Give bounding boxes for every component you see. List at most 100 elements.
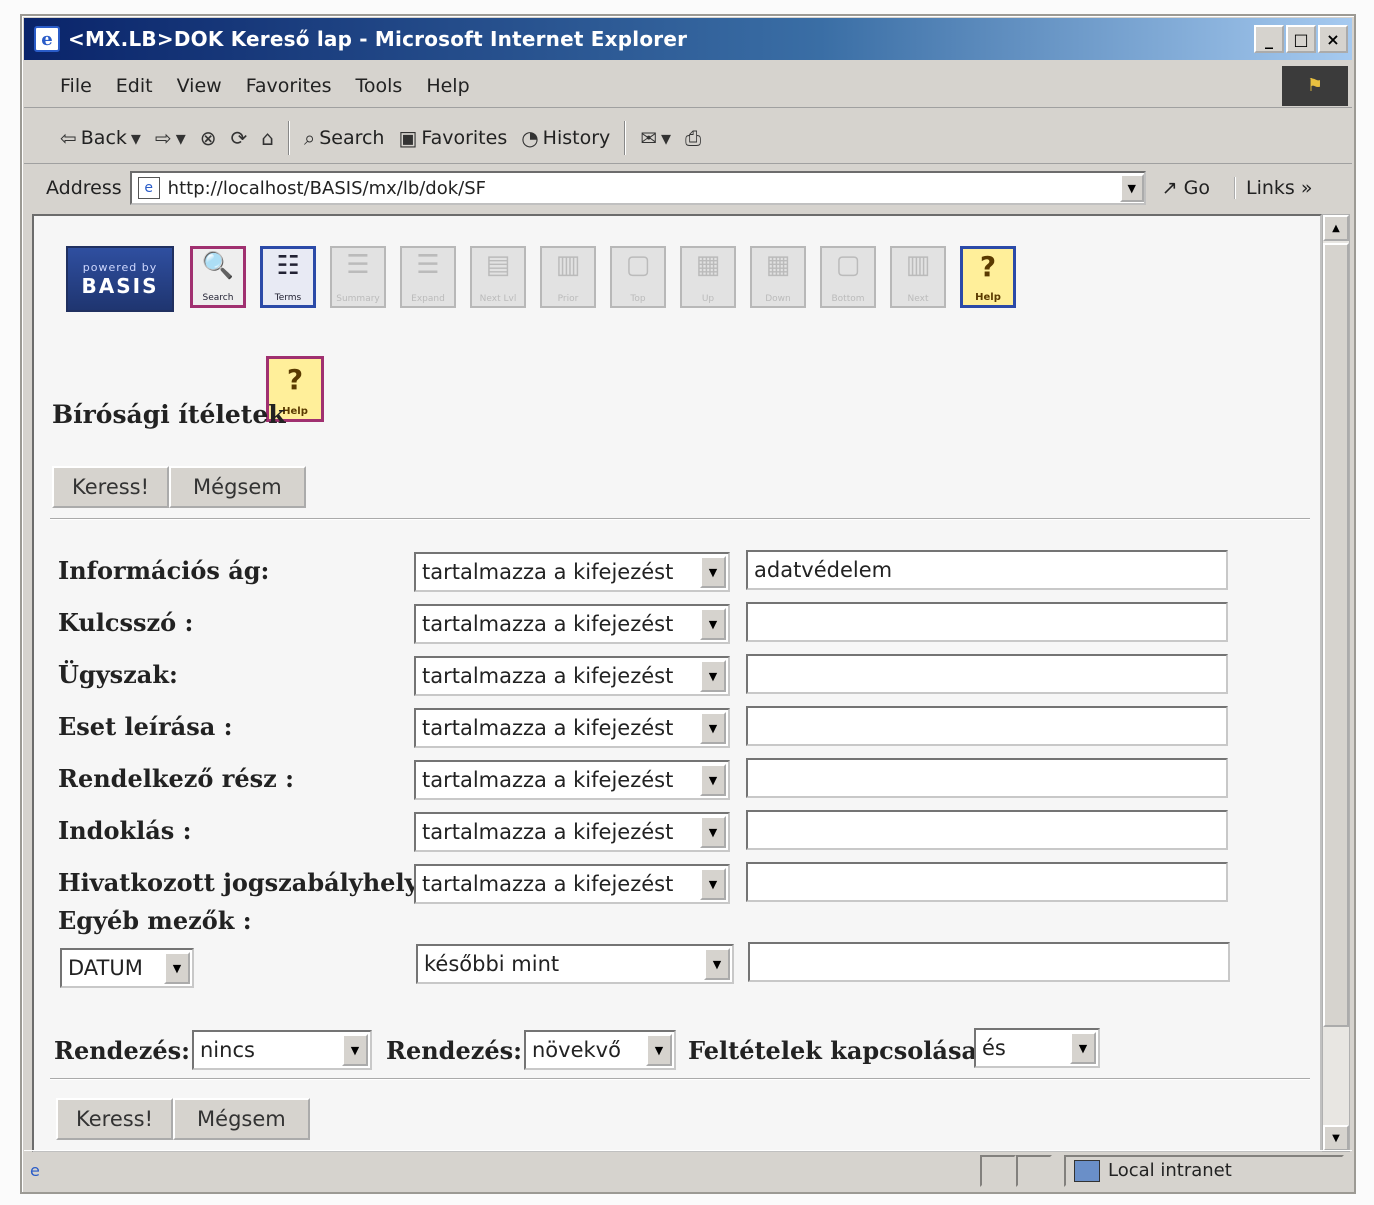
search-button[interactable]: ⌕ Search: [304, 126, 384, 150]
search-label: Search: [319, 126, 385, 149]
terms-icon: ☷: [276, 251, 300, 281]
terms-tool-button[interactable]: ☷ Terms: [260, 246, 316, 308]
chevron-down-icon[interactable]: ▼: [700, 712, 726, 744]
mail-button[interactable]: ✉ ▾: [640, 126, 671, 150]
field-label: Hivatkozott jogszabályhely :: [58, 868, 436, 897]
chevron-down-icon[interactable]: ▼: [700, 608, 726, 640]
links-button[interactable]: Links »: [1234, 177, 1312, 199]
menu-favorites[interactable]: Favorites: [246, 75, 332, 97]
search-tool-label: Search: [202, 293, 234, 303]
history-button[interactable]: ◔ History: [521, 126, 610, 150]
field-label: Ügyszak:: [58, 660, 178, 689]
maximize-button[interactable]: □: [1286, 25, 1316, 53]
scroll-up-icon[interactable]: ▲: [1323, 215, 1349, 241]
help-tool-button[interactable]: ? Help: [960, 246, 1016, 308]
internet-explorer-icon: e: [34, 26, 60, 52]
operator-select[interactable]: tartalmazza a kifejezést ▼: [414, 552, 730, 592]
help-tool-label: Help: [975, 292, 1001, 303]
chevron-down-icon[interactable]: ▼: [700, 660, 726, 692]
history-icon: ◔: [521, 125, 539, 150]
summary-tool-button: ☰ Summary: [330, 246, 386, 308]
menu-tools[interactable]: Tools: [356, 75, 403, 97]
value-input[interactable]: [746, 862, 1228, 902]
go-button[interactable]: ↗ Go: [1162, 177, 1210, 199]
operator-select[interactable]: tartalmazza a kifejezést ▼: [414, 656, 730, 696]
vertical-scrollbar[interactable]: ▲ ▼: [1322, 214, 1350, 1152]
chevron-down-icon[interactable]: ▼: [164, 952, 190, 984]
top-tool-label: Top: [630, 294, 646, 304]
favorites-button[interactable]: ▣ Favorites: [398, 126, 507, 150]
page-content: powered by BASIS 🔍 Search ☷ Terms ☰ Summary ☰ E…: [32, 214, 1322, 1152]
other-value-input[interactable]: [748, 942, 1230, 982]
back-button[interactable]: ⇦ Back ▾: [60, 126, 141, 150]
address-dropdown-button[interactable]: ▼: [1119, 174, 1144, 202]
operator-value: tartalmazza a kifejezést: [422, 560, 674, 584]
field-label: Eset leírása :: [58, 712, 233, 741]
address-label: Address: [46, 177, 122, 199]
menu-bar: File Edit View Favorites Tools Help ⚑: [24, 64, 1352, 108]
menu-edit[interactable]: Edit: [116, 75, 153, 97]
operator-select[interactable]: tartalmazza a kifejezést ▼: [414, 708, 730, 748]
prior-tool-label: Prior: [557, 294, 579, 304]
scroll-down-icon[interactable]: ▼: [1323, 1125, 1349, 1151]
menu-help[interactable]: Help: [426, 75, 469, 97]
chevron-down-icon[interactable]: ▼: [700, 868, 726, 900]
chevron-down-icon[interactable]: ▼: [1070, 1032, 1096, 1064]
operator-value: tartalmazza a kifejezést: [422, 612, 674, 636]
home-button[interactable]: ⌂: [261, 126, 274, 150]
other-field-value: DATUM: [68, 956, 143, 980]
chevron-down-icon[interactable]: ▼: [700, 764, 726, 796]
address-field[interactable]: e http://localhost/BASIS/mx/lb/dok/SF ▼: [129, 171, 1146, 205]
value-input[interactable]: adatvédelem: [746, 550, 1228, 590]
value-input[interactable]: [746, 654, 1228, 694]
sort-field-select[interactable]: nincs ▼: [192, 1030, 372, 1070]
cancel-button[interactable]: Mégsem: [169, 466, 306, 508]
stop-button[interactable]: ⊗: [200, 126, 217, 150]
operator-select[interactable]: tartalmazza a kifejezést ▼: [414, 812, 730, 852]
menu-file[interactable]: File: [60, 75, 92, 97]
other-operator-select[interactable]: későbbi mint ▼: [416, 944, 734, 984]
chevron-down-icon[interactable]: ▼: [342, 1034, 368, 1066]
sort-field-value: nincs: [200, 1038, 255, 1062]
search-submit-button[interactable]: Keress!: [52, 466, 170, 508]
operator-select[interactable]: tartalmazza a kifejezést ▼: [414, 604, 730, 644]
address-bar: Address e http://localhost/BASIS/mx/lb/d…: [24, 166, 1352, 210]
forward-arrow-icon: ⇨: [154, 125, 172, 150]
field-label: Kulcsszó :: [58, 608, 194, 637]
value-input[interactable]: [746, 602, 1228, 642]
search-submit-button-bottom[interactable]: Keress!: [56, 1098, 174, 1140]
chevron-down-icon[interactable]: ▼: [700, 816, 726, 848]
value-input[interactable]: [746, 810, 1228, 850]
minimize-button[interactable]: _: [1254, 25, 1284, 53]
refresh-button[interactable]: ⟳: [231, 126, 248, 150]
chevron-down-icon[interactable]: ▼: [704, 948, 730, 980]
other-field-select[interactable]: DATUM ▼: [60, 948, 194, 988]
sort-order-value: növekvő: [532, 1038, 621, 1062]
scroll-thumb[interactable]: [1323, 243, 1349, 1027]
search-tool-button[interactable]: 🔍 Search: [190, 246, 246, 308]
connect-select[interactable]: és ▼: [974, 1028, 1100, 1068]
address-url[interactable]: http://localhost/BASIS/mx/lb/dok/SF: [168, 178, 1120, 199]
down-tool-label: Down: [765, 294, 791, 304]
sort-order-select[interactable]: növekvő ▼: [524, 1030, 676, 1070]
field-label: Indoklás :: [58, 816, 192, 845]
operator-value: tartalmazza a kifejezést: [422, 768, 674, 792]
next-icon: ▥: [905, 250, 931, 280]
value-input[interactable]: [746, 706, 1228, 746]
menu-view[interactable]: View: [177, 75, 222, 97]
chevron-down-icon[interactable]: ▼: [700, 556, 726, 588]
status-bar: e Local intranet: [24, 1150, 1352, 1190]
close-button[interactable]: ×: [1318, 25, 1348, 53]
operator-select[interactable]: tartalmazza a kifejezést ▼: [414, 864, 730, 904]
next-level-tool-label: Next Lvl: [479, 294, 517, 304]
browser-window: e <MX.LB>DOK Kereső lap - Microsoft Inte…: [20, 14, 1356, 1194]
chevron-down-icon: ▾: [175, 125, 186, 150]
cancel-button-bottom[interactable]: Mégsem: [173, 1098, 310, 1140]
page-status-icon: e: [30, 1161, 40, 1180]
print-button[interactable]: ⎙: [685, 126, 701, 150]
chevron-down-icon[interactable]: ▼: [646, 1034, 672, 1066]
expand-icon: ☰: [416, 250, 440, 280]
value-input[interactable]: [746, 758, 1228, 798]
operator-select[interactable]: tartalmazza a kifejezést ▼: [414, 760, 730, 800]
forward-button[interactable]: ⇨ ▾: [155, 126, 186, 150]
